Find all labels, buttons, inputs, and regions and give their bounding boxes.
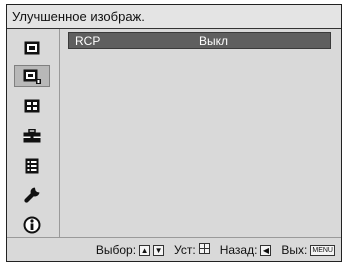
title-bar: Улучшенное изображ. — [7, 5, 341, 29]
picture-icon[interactable] — [14, 37, 50, 59]
back-hint-label: Назад: — [219, 243, 258, 257]
up-arrow-key-icon: ▲ — [139, 244, 151, 256]
settings-list: RCP Выкл — [59, 29, 341, 237]
setting-label: RCP — [75, 34, 101, 48]
menu-key-icon: MENU — [310, 244, 335, 256]
down-arrow-key-icon: ▼ — [153, 244, 165, 256]
installation-icon[interactable] — [14, 184, 50, 206]
menu-title: Улучшенное изображ. — [12, 9, 145, 24]
sidebar — [7, 29, 60, 237]
setup-icon[interactable] — [14, 125, 50, 147]
status-bar: Выбор: ▲ ▼ Уст: Назад: ◀ Вых: MENU — [7, 237, 341, 261]
exit-hint-label: Вых: — [281, 243, 308, 257]
left-arrow-key-icon: ◀ — [260, 244, 272, 256]
information-icon[interactable] — [14, 214, 50, 236]
advanced-picture-icon[interactable] — [14, 65, 50, 87]
setting-row-rcp[interactable]: RCP Выкл — [68, 32, 331, 49]
function-icon[interactable] — [14, 155, 50, 177]
screen-icon[interactable] — [14, 95, 50, 117]
setting-value: Выкл — [199, 34, 229, 48]
enter-key-icon — [198, 243, 210, 257]
osd-menu-window: Улучшенное изображ. RCP Выкл Выбор: ▲ ▼ … — [6, 4, 342, 262]
set-hint-label: Уст: — [174, 243, 196, 257]
select-hint-label: Выбор: — [95, 243, 137, 257]
